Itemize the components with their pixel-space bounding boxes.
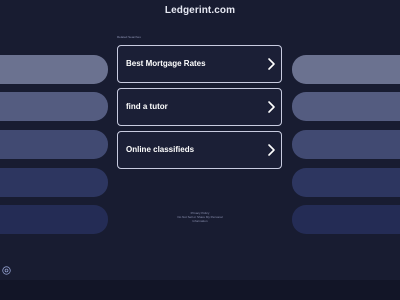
- decorative-pill-left-1: [0, 55, 108, 84]
- chevron-right-icon: [268, 101, 275, 113]
- decorative-pill-left-5: [0, 205, 108, 234]
- link-label: find a tutor: [126, 102, 168, 111]
- parked-domain-page: Ledgerint.com Related Searches Best Mort…: [0, 0, 400, 280]
- decorative-pill-right-3: [292, 130, 400, 159]
- decorative-pill-right-2: [292, 92, 400, 121]
- decorative-pill-left-2: [0, 92, 108, 121]
- header: Ledgerint.com: [0, 0, 400, 24]
- privacy-settings-icon[interactable]: [2, 266, 11, 275]
- link-online-classifieds[interactable]: Online classifieds: [117, 131, 282, 169]
- chevron-right-icon: [268, 58, 275, 70]
- link-label: Best Mortgage Rates: [126, 59, 206, 68]
- link-best-mortgage-rates[interactable]: Best Mortgage Rates: [117, 45, 282, 83]
- site-title: Ledgerint.com: [164, 5, 236, 16]
- bottom-band: [0, 280, 400, 300]
- decorative-pill-right-4: [292, 168, 400, 197]
- decorative-pill-right-5: [292, 205, 400, 234]
- related-searches-label: Related Searches: [117, 35, 141, 39]
- decorative-pill-left-4: [0, 168, 108, 197]
- decorative-pill-left-3: [0, 130, 108, 159]
- do-not-sell-link-cont[interactable]: Information: [150, 219, 250, 223]
- decorative-pill-right-1: [292, 55, 400, 84]
- chevron-right-icon: [268, 144, 275, 156]
- link-label: Online classifieds: [126, 145, 195, 154]
- link-find-a-tutor[interactable]: find a tutor: [117, 88, 282, 126]
